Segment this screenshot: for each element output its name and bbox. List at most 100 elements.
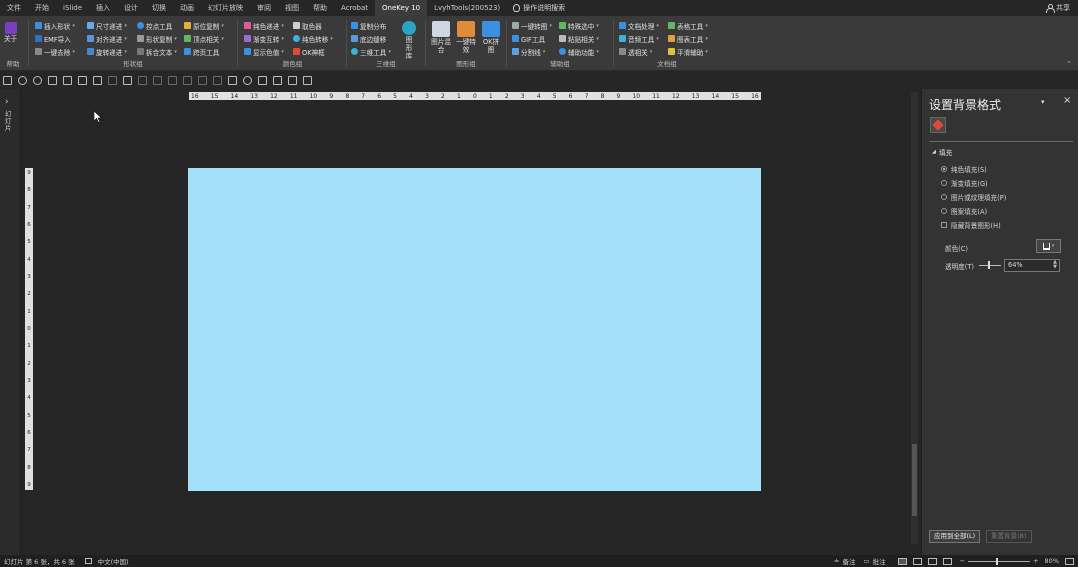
radio[interactable] — [941, 180, 947, 186]
language-indicator[interactable]: 中文(中国) — [98, 556, 129, 566]
vertex-button[interactable]: 顶点相关 ▾ — [184, 33, 224, 44]
tab-lvyhtools[interactable]: LvyhTools(200523) — [427, 0, 507, 16]
ungroup-icon[interactable] — [213, 75, 222, 85]
divider-line-button[interactable]: 分割线 ▾ — [512, 46, 545, 57]
in-place-copy-button[interactable]: 原位复制 ▾ — [184, 20, 224, 31]
about-button[interactable]: 关于 — [4, 22, 17, 43]
slider-thumb[interactable] — [988, 261, 990, 269]
comments-button[interactable]: ▭ 批注 — [863, 556, 885, 566]
more-commands-icon[interactable] — [303, 75, 312, 85]
tab-insert[interactable]: 插入 — [89, 0, 117, 16]
tab-home[interactable]: 开始 — [28, 0, 56, 16]
paste-related-button[interactable]: 粘贴相关 ▾ — [559, 33, 599, 44]
radio[interactable] — [941, 208, 947, 214]
slide-canvas[interactable] — [188, 168, 761, 491]
notes-button[interactable]: ≐ 备注 — [834, 556, 855, 566]
control-point-button[interactable]: 控点工具 — [137, 20, 172, 31]
checkbox[interactable] — [941, 222, 947, 228]
share-button[interactable]: 共享 — [1046, 0, 1070, 16]
tab-view[interactable]: 视图 — [278, 0, 306, 16]
tab-transitions[interactable]: 切换 — [145, 0, 173, 16]
tab-acrobat[interactable]: Acrobat — [334, 0, 375, 16]
picture-fill-option[interactable]: 图片或纹理填充(P) — [941, 192, 1006, 202]
cursor-icon[interactable] — [108, 75, 117, 85]
target-icon[interactable] — [243, 75, 252, 85]
normal-view-icon[interactable] — [897, 557, 907, 565]
reset-background-button[interactable]: 重置背景(B) — [986, 530, 1032, 543]
solid-fill-option[interactable]: 纯色填充(S) — [941, 164, 987, 174]
shape-copy-button[interactable]: 形状复制 ▾ — [137, 33, 177, 44]
one-key-effect-button[interactable]: 一键特效 — [454, 21, 478, 54]
tab-review[interactable]: 审阅 — [250, 0, 278, 16]
chart-tools-button[interactable]: 图表工具 ▾ — [668, 33, 708, 44]
tab-islide[interactable]: iSlide — [56, 0, 89, 16]
table-icon[interactable] — [288, 75, 297, 85]
shape-library-button[interactable]: 图形库 — [399, 21, 419, 60]
tab-slideshow[interactable]: 幻灯片放映 — [201, 0, 250, 16]
redo-icon[interactable] — [33, 75, 42, 85]
one-key-remove-button[interactable]: 一键去除 ▾ — [35, 46, 75, 57]
zoom-slider[interactable] — [968, 557, 1031, 565]
format-painter-icon[interactable] — [48, 75, 57, 85]
zoom-slider-thumb[interactable] — [996, 557, 999, 565]
accessibility-icon[interactable] — [84, 558, 92, 564]
spinner-icon[interactable]: ▲ ▼ — [1053, 260, 1057, 270]
emf-import-button[interactable]: EMF导入 — [35, 33, 71, 44]
image-blend-button[interactable]: 图片混合 — [429, 21, 453, 54]
align-left-icon[interactable] — [138, 75, 147, 85]
align-center-icon[interactable] — [153, 75, 162, 85]
color-picker-button[interactable]: ▾ — [1036, 239, 1061, 253]
rotate-step-button[interactable]: 旋转递进 ▾ — [87, 46, 127, 57]
lasso-icon[interactable] — [123, 75, 132, 85]
copy-distribute-button[interactable]: 复制分布 — [351, 20, 386, 31]
expand-chevron-icon[interactable]: › — [5, 97, 9, 107]
align-step-button[interactable]: 对齐递进 ▾ — [87, 33, 127, 44]
ok-frame-button[interactable]: OK神框 — [293, 46, 325, 57]
eyedropper-button[interactable]: 取色器 — [293, 20, 322, 31]
ok-puzzle-button[interactable]: OK拼图 — [479, 21, 503, 54]
new-slide-icon[interactable] — [63, 75, 72, 85]
fill-bucket-icon[interactable] — [930, 117, 946, 133]
gradient-convert-button[interactable]: 渐变互转 ▾ — [244, 33, 284, 44]
transparency-slider[interactable] — [979, 265, 1001, 266]
gradient-fill-option[interactable]: 渐变填充(G) — [941, 178, 988, 188]
solid-step-button[interactable]: 纯色递进 ▾ — [244, 20, 284, 31]
smooth-assist-button[interactable]: 平滑辅助 ▾ — [668, 46, 708, 57]
vertical-scrollbar[interactable] — [911, 92, 918, 544]
hide-background-graphics-checkbox[interactable]: 隐藏背景图形(H) — [941, 220, 1001, 230]
distribute-icon[interactable] — [183, 75, 192, 85]
solid-transfer-button[interactable]: 纯色转移 ▾ — [293, 33, 333, 44]
zoom-level[interactable]: 80% — [1045, 557, 1059, 565]
tab-help[interactable]: 帮助 — [306, 0, 334, 16]
to-image-button[interactable]: 一键转图 ▾ — [512, 20, 552, 31]
special-select-button[interactable]: 特殊选中 ▾ — [559, 20, 599, 31]
apply-to-all-button[interactable]: 应用到全部(L) — [929, 530, 981, 543]
undo-icon[interactable] — [18, 75, 27, 85]
picture-icon[interactable] — [78, 75, 87, 85]
home-icon[interactable] — [258, 75, 267, 85]
3d-tools-button[interactable]: 三维工具 ▾ — [351, 46, 391, 57]
save-icon[interactable] — [3, 75, 12, 85]
align-right-icon[interactable] — [168, 75, 177, 85]
assist-function-button[interactable]: 辅助功能 ▾ — [559, 46, 599, 57]
reading-view-icon[interactable] — [927, 557, 937, 565]
gif-tool-button[interactable]: GIF工具 — [512, 33, 545, 44]
insert-shape-button[interactable]: 插入形状 ▾ — [35, 20, 75, 31]
size-step-button[interactable]: 尺寸递进 ▾ — [87, 20, 127, 31]
split-text-button[interactable]: 拆合文本 ▾ — [137, 46, 177, 57]
thumbnail-pane-collapsed[interactable]: › 幻灯片 — [0, 89, 21, 555]
pattern-fill-option[interactable]: 图案填充(A) — [941, 206, 987, 216]
radio[interactable] — [941, 194, 947, 200]
transparency-input[interactable]: 64% ▲ ▼ — [1004, 259, 1060, 272]
zoom-in-icon[interactable]: + — [1033, 557, 1038, 565]
doc-process-button[interactable]: 文档处理 ▾ — [619, 20, 659, 31]
zoom-out-icon[interactable]: − — [960, 557, 965, 565]
tab-file[interactable]: 文件 — [0, 0, 28, 16]
tab-design[interactable]: 设计 — [117, 0, 145, 16]
radio[interactable] — [941, 166, 947, 172]
tab-onekey[interactable]: OneKey 10 — [375, 0, 428, 16]
table-tools-button[interactable]: 表格工具 ▾ — [668, 20, 708, 31]
grid-icon[interactable] — [228, 75, 237, 85]
show-color-button[interactable]: 显示色值 ▾ — [244, 46, 284, 57]
shape-fill-icon[interactable] — [93, 75, 102, 85]
